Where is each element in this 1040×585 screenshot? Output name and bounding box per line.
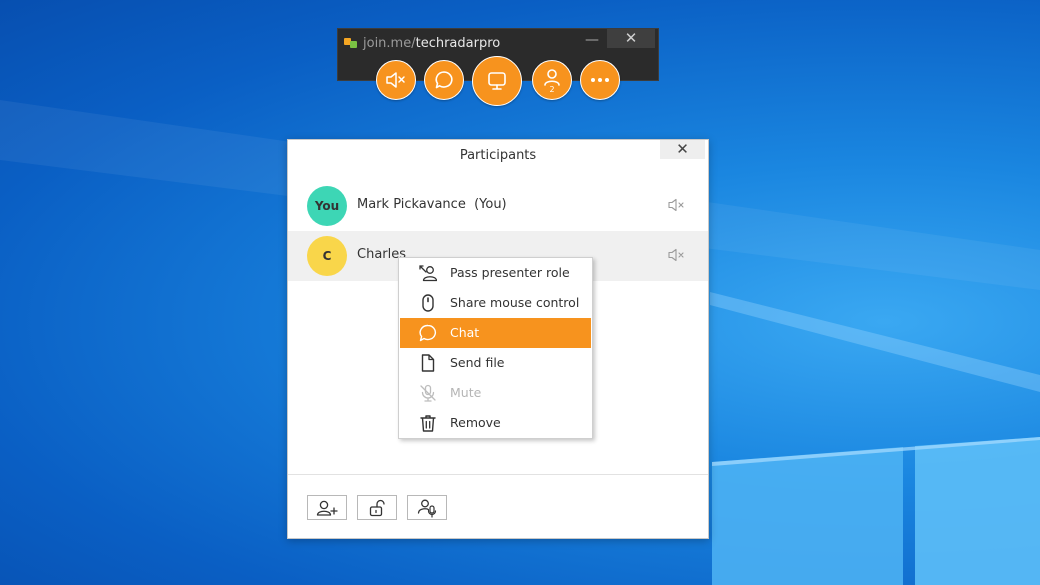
participants-button[interactable]: 2 (532, 60, 572, 100)
trash-icon (420, 415, 436, 432)
footer-divider (288, 474, 708, 475)
menu-item-label: Chat (450, 325, 480, 340)
pass-presenter-icon (419, 265, 437, 282)
url-prefix: join.me/ (363, 35, 416, 51)
menu-item-label: Share mouse control (450, 295, 580, 310)
chat-bubble-icon (435, 71, 453, 89)
mouse-icon (422, 294, 434, 312)
speaker-muted-icon (386, 72, 405, 88)
menu-item-chat[interactable]: Chat (400, 318, 591, 348)
speaker-muted-icon[interactable] (668, 198, 686, 212)
menu-item-label: Pass presenter role (450, 265, 570, 280)
participant-row[interactable]: You Mark Pickavance (You) (288, 181, 708, 231)
avatar: You (307, 186, 347, 226)
participant-name: Mark Pickavance (You) (357, 197, 507, 212)
participant-context-menu: Pass presenter role Share mouse control … (398, 257, 593, 439)
menu-item-share-mouse-control[interactable]: Share mouse control (399, 288, 592, 318)
avatar: C (307, 236, 347, 276)
joinme-toolbar: join.me/techradarpro — ✕ 2 (337, 28, 659, 106)
mic-muted-icon (420, 384, 436, 402)
chat-bubble-icon (419, 324, 436, 342)
menu-item-remove[interactable]: Remove (399, 408, 592, 438)
menu-item-mute: Mute (399, 378, 592, 408)
panel-title: Participants (459, 148, 537, 163)
menu-item-send-file[interactable]: Send file (399, 348, 592, 378)
more-icon (591, 78, 609, 82)
more-button[interactable] (580, 60, 620, 100)
toolbar-close-button[interactable]: ✕ (607, 29, 655, 48)
menu-item-label: Remove (450, 415, 501, 430)
menu-item-pass-presenter-role[interactable]: Pass presenter role (399, 258, 592, 288)
lock-meeting-button[interactable] (357, 495, 397, 520)
menu-item-label: Send file (450, 355, 505, 370)
screen-share-icon (488, 72, 506, 90)
url-name: techradarpro (415, 35, 501, 51)
speaker-muted-icon[interactable] (668, 248, 686, 262)
lock-open-icon (369, 499, 385, 516)
panel-close-button[interactable]: ✕ (660, 140, 705, 159)
meeting-url: join.me/techradarpro (344, 34, 500, 52)
toolbar-minimize-button[interactable]: — (583, 30, 601, 50)
audio-button[interactable] (376, 60, 416, 100)
joinme-logo-icon (344, 38, 358, 48)
participants-icon (544, 69, 560, 86)
chat-button[interactable] (424, 60, 464, 100)
presenter-mic-button[interactable] (407, 495, 447, 520)
screen-share-button[interactable] (472, 56, 522, 106)
invite-participant-icon (316, 500, 338, 516)
file-icon (421, 354, 435, 372)
menu-item-label: Mute (450, 385, 482, 400)
presenter-mic-icon (417, 499, 437, 518)
invite-participant-button[interactable] (307, 495, 347, 520)
participant-count: 2 (549, 85, 555, 94)
